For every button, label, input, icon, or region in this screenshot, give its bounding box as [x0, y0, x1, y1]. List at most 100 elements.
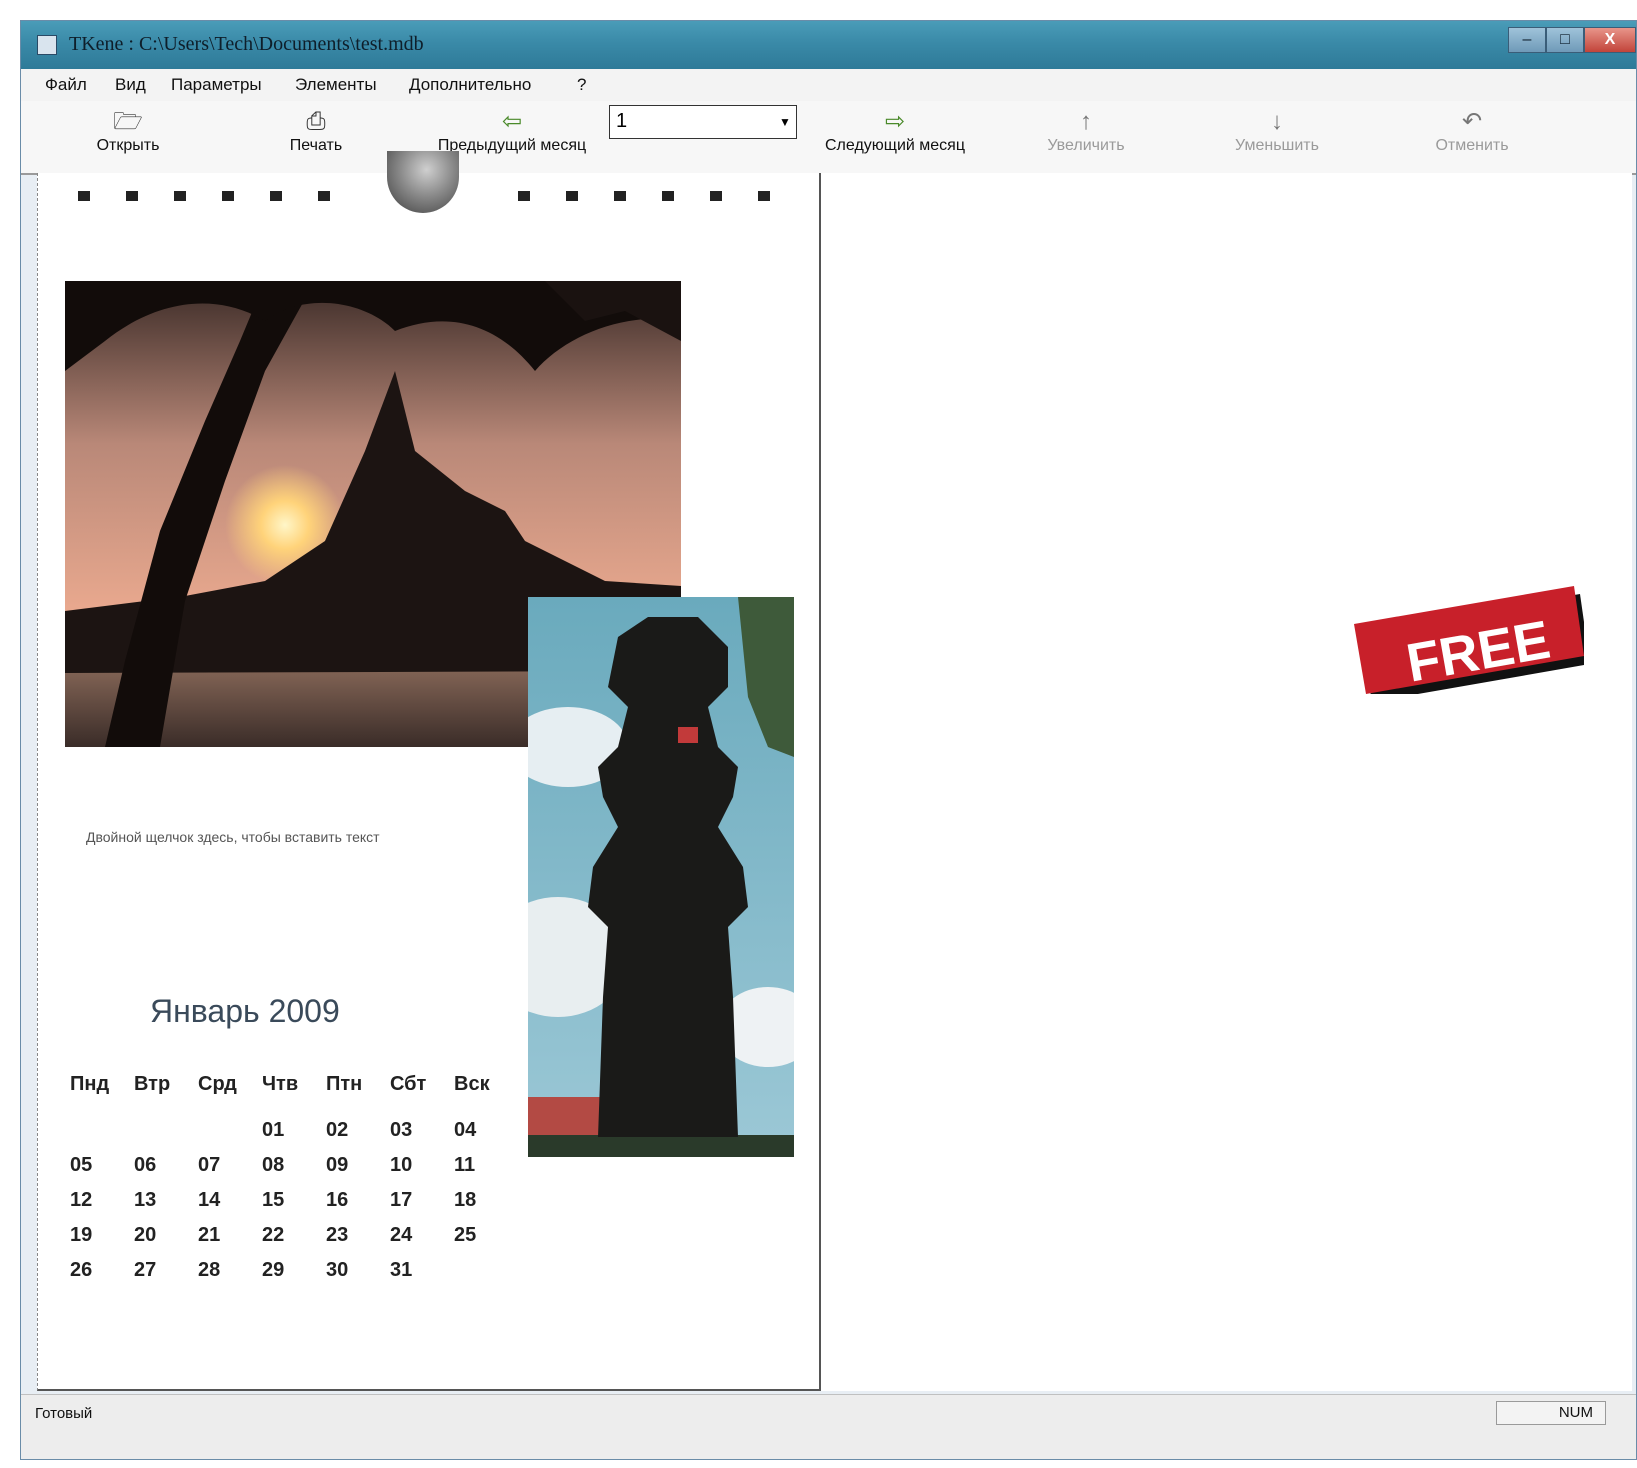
window-controls: – □ X — [1508, 27, 1636, 53]
day-cell: 20 — [134, 1224, 157, 1246]
binding-ring — [318, 191, 330, 201]
day-cell: 03 — [390, 1119, 413, 1141]
binding-ring — [758, 191, 770, 201]
week-row: 12 13 14 15 16 17 18 — [70, 1189, 530, 1221]
week-row: 19 20 21 22 23 24 25 — [70, 1224, 530, 1256]
day-cell: 14 — [198, 1189, 221, 1211]
weekday-label: Сбт — [390, 1073, 427, 1095]
binding-ring — [270, 191, 282, 201]
status-bar: Готовый NUM — [21, 1394, 1636, 1459]
next-month-button[interactable]: ⇨ Следующий месяц — [805, 107, 985, 167]
day-cell: 27 — [134, 1259, 157, 1281]
menu-file[interactable]: Файл — [45, 75, 87, 95]
undo-button[interactable]: ↶ Отменить — [1417, 107, 1527, 167]
close-button[interactable]: X — [1584, 27, 1636, 53]
undo-icon: ↶ — [1461, 108, 1483, 135]
day-cell: 02 — [326, 1119, 349, 1141]
binding-ring — [566, 191, 578, 201]
day-cell: 06 — [134, 1154, 157, 1176]
week-row: 26 27 28 29 30 31 — [70, 1259, 530, 1291]
open-label: Открыть — [96, 137, 160, 154]
day-cell: 04 — [454, 1119, 477, 1141]
binding-ring — [126, 191, 138, 201]
menu-parameters[interactable]: Параметры — [171, 75, 262, 95]
day-cell: 05 — [70, 1154, 93, 1176]
month-select-value: 1 — [616, 110, 628, 132]
open-button[interactable]: 🗁 Открыть — [83, 107, 173, 167]
weekday-label: Пнд — [70, 1073, 110, 1095]
day-cell: 09 — [326, 1154, 349, 1176]
weekday-label: Птн — [326, 1073, 363, 1095]
day-cell: 13 — [134, 1189, 157, 1211]
next-month-label: Следующий месяц — [825, 137, 965, 154]
weekday-header: Пнд Втр Срд Чтв Птн Сбт Вск — [70, 1073, 530, 1105]
day-cell: 01 — [262, 1119, 285, 1141]
binding-ring — [614, 191, 626, 201]
weekday-label: Срд — [198, 1073, 237, 1095]
print-button[interactable]: ⎙ Печать — [271, 107, 361, 167]
menu-bar: Файл Вид Параметры Элементы Дополнительн… — [21, 69, 1636, 102]
day-cell: 21 — [198, 1224, 221, 1246]
menu-view[interactable]: Вид — [115, 75, 146, 95]
menu-additional[interactable]: Дополнительно — [409, 75, 531, 95]
arrow-left-icon: ⇦ — [501, 108, 523, 135]
maximize-button[interactable]: □ — [1546, 27, 1584, 53]
day-cell: 25 — [454, 1224, 477, 1246]
day-cell: 07 — [198, 1154, 221, 1176]
day-cell: 10 — [390, 1154, 413, 1176]
calendar-page: Двойной щелчок здесь, чтобы вставить тек… — [37, 151, 821, 1391]
weekday-label: Вск — [454, 1073, 490, 1095]
undo-label: Отменить — [1435, 137, 1509, 154]
binding-ring — [222, 191, 234, 201]
day-cell: 26 — [70, 1259, 93, 1281]
text-placeholder[interactable]: Двойной щелчок здесь, чтобы вставить тек… — [86, 829, 380, 845]
hanger-hole — [387, 151, 459, 213]
zoom-out-label: Уменьшить — [1235, 137, 1319, 154]
day-cell: 16 — [326, 1189, 349, 1211]
menu-help[interactable]: ? — [577, 75, 586, 95]
day-cell: 11 — [454, 1154, 476, 1176]
month-select[interactable]: 1 ▼ — [609, 105, 797, 139]
print-label: Печать — [289, 137, 343, 154]
free-badge: FREE — [1354, 586, 1584, 694]
menu-elements[interactable]: Элементы — [295, 75, 377, 95]
binding-ring — [174, 191, 186, 201]
arrow-right-icon: ⇨ — [884, 108, 906, 135]
day-cell: 28 — [198, 1259, 221, 1281]
title-bar[interactable]: TKene : C:\Users\Tech\Documents\test.mdb… — [21, 21, 1636, 69]
month-title: Январь 2009 — [150, 993, 340, 1029]
binding-ring — [78, 191, 90, 201]
binding-ring — [710, 191, 722, 201]
open-icon: 🗁 — [113, 108, 143, 135]
day-cell: 24 — [390, 1224, 413, 1246]
day-cell: 18 — [454, 1189, 477, 1211]
weekday-label: Чтв — [262, 1073, 299, 1095]
zoom-in-button[interactable]: ↑ Увеличить — [1031, 107, 1141, 167]
week-row: 05 06 07 08 09 10 11 — [70, 1154, 530, 1186]
window-title: TKene : C:\Users\Tech\Documents\test.mdb — [69, 33, 424, 55]
binding-ring — [662, 191, 674, 201]
chevron-down-icon[interactable]: ▼ — [774, 106, 796, 138]
status-text: Готовый — [35, 1405, 93, 1422]
app-window: TKene : C:\Users\Tech\Documents\test.mdb… — [20, 20, 1637, 1460]
day-cell: 23 — [326, 1224, 349, 1246]
day-cell: 15 — [262, 1189, 285, 1211]
day-cell: 12 — [70, 1189, 93, 1211]
minimize-button[interactable]: – — [1508, 27, 1546, 53]
num-lock-label: NUM — [1558, 1404, 1593, 1421]
day-cell: 19 — [70, 1224, 93, 1246]
day-cell: 22 — [262, 1224, 285, 1246]
workspace-area[interactable] — [821, 173, 1632, 1391]
arrow-up-icon: ↑ — [1080, 108, 1092, 135]
tower-photo[interactable] — [528, 597, 794, 1157]
zoom-out-button[interactable]: ↓ Уменьшить — [1217, 107, 1337, 167]
weekday-label: Втр — [134, 1073, 171, 1095]
zoom-in-label: Увеличить — [1047, 137, 1125, 154]
day-cell: 29 — [262, 1259, 285, 1281]
printer-icon: ⎙ — [306, 108, 326, 135]
day-cell: 17 — [390, 1189, 413, 1211]
binding-ring — [518, 191, 530, 201]
app-icon[interactable] — [37, 35, 57, 55]
num-lock-indicator: NUM — [1496, 1401, 1606, 1425]
toolbar: 🗁 Открыть ⎙ Печать ⇦ Предыдущий месяц 1 … — [21, 101, 1636, 175]
